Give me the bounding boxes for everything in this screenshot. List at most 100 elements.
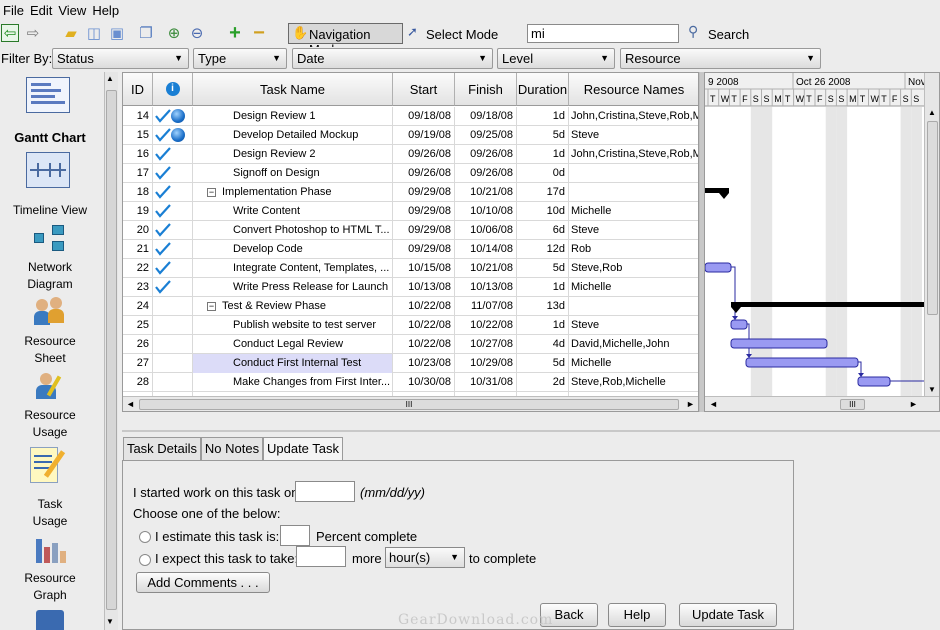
task-duration-cell[interactable]: 5d (517, 259, 569, 278)
table-row[interactable]: 17 Signoff on Design 09/26/08 09/26/08 0d (123, 164, 698, 183)
table-row[interactable]: 15 Develop Detailed Mockup 09/19/08 09/25/0… (123, 126, 698, 145)
task-resources-cell[interactable]: Rob (569, 240, 698, 259)
task-name-cell[interactable]: Conduct Legal Review (193, 335, 393, 354)
table-row[interactable]: 19 Write Content 09/29/08 10/10/08 10d Michel… (123, 202, 698, 221)
task-duration-cell[interactable]: 1d (517, 107, 569, 126)
task-start-cell[interactable]: 09/18/08 (393, 107, 455, 126)
table-row[interactable]: 26 Conduct Legal Review 10/22/08 10/27/08 4d… (123, 335, 698, 354)
task-name-cell[interactable]: Design Review 2 (193, 145, 393, 164)
task-start-cell[interactable]: 09/19/08 (393, 126, 455, 145)
task-finish-cell[interactable]: 10/10/08 (455, 202, 517, 221)
gantt-horizontal-scrollbar[interactable]: ◄ III ► (705, 396, 939, 411)
column-header-finish[interactable]: Finish (455, 73, 517, 106)
task-duration-cell[interactable]: 17d (517, 183, 569, 202)
task-name-cell[interactable]: Design Review 1 (193, 107, 393, 126)
task-duration-cell[interactable]: 5d (517, 126, 569, 145)
task-start-cell[interactable]: 09/29/08 (393, 183, 455, 202)
sidebar-item-resource-sheet[interactable]: Resource Sheet (0, 333, 100, 367)
task-duration-cell[interactable]: 12d (517, 240, 569, 259)
percent-complete-field[interactable] (280, 525, 310, 546)
task-start-cell[interactable]: 09/26/08 (393, 145, 455, 164)
search-input[interactable]: mi (527, 24, 679, 43)
task-start-cell[interactable]: 09/29/08 (393, 202, 455, 221)
menu-file[interactable]: File (0, 3, 27, 18)
save-icon[interactable]: ◫ (85, 24, 103, 42)
task-start-cell[interactable]: 10/15/08 (393, 259, 455, 278)
task-id-cell[interactable]: 19 (123, 202, 153, 221)
task-resources-cell[interactable] (569, 297, 698, 316)
task-id-cell[interactable]: 24 (123, 297, 153, 316)
task-finish-cell[interactable]: 10/06/08 (455, 221, 517, 240)
level-filter-combo[interactable]: Level ▼ (497, 48, 615, 69)
sidebar-item-network-diagram[interactable]: Network Diagram (0, 259, 100, 293)
network-diagram-icon[interactable] (34, 225, 66, 255)
task-resources-cell[interactable]: David,Michelle,John (569, 335, 698, 354)
task-name-cell[interactable]: Convert Photoshop to HTML T... (193, 221, 393, 240)
task-start-cell[interactable]: 10/23/08 (393, 354, 455, 373)
task-usage-icon[interactable] (28, 445, 68, 489)
task-name-cell[interactable]: − Implementation Phase (193, 183, 393, 202)
update-task-button[interactable]: Update Task (679, 603, 777, 627)
task-finish-cell[interactable]: 10/31/08 (455, 373, 517, 392)
task-finish-cell[interactable]: 09/26/08 (455, 145, 517, 164)
task-finish-cell[interactable]: 11/07/08 (455, 297, 517, 316)
scroll-left-icon[interactable]: ◄ (709, 399, 718, 409)
column-header-info[interactable]: i (153, 73, 193, 106)
zoom-in-icon[interactable]: ⊕ (165, 24, 183, 42)
open-folder-icon[interactable]: ▰ (62, 24, 80, 42)
task-finish-cell[interactable]: 10/21/08 (455, 183, 517, 202)
task-id-cell[interactable]: 18 (123, 183, 153, 202)
sidebar-scroll-thumb[interactable] (106, 90, 117, 610)
task-id-cell[interactable]: 14 (123, 107, 153, 126)
date-filter-combo[interactable]: Date ▼ (292, 48, 493, 69)
task-finish-cell[interactable]: 10/29/08 (455, 354, 517, 373)
table-row[interactable]: 16 Design Review 2 09/26/08 09/26/08 1d John,… (123, 145, 698, 164)
menu-edit[interactable]: Edit (27, 3, 55, 18)
tab-update-task[interactable]: Update Task (263, 437, 343, 462)
select-mode-button[interactable]: ➚ Select Mode (407, 23, 499, 44)
task-start-cell[interactable]: 10/30/08 (393, 373, 455, 392)
task-resources-cell[interactable]: Steve (569, 126, 698, 145)
calendar-icon[interactable] (36, 610, 64, 630)
zoom-out-icon[interactable]: ⊖ (188, 24, 206, 42)
estimate-percent-radio[interactable] (139, 531, 151, 543)
start-date-field[interactable] (295, 481, 355, 502)
column-header-resource-names[interactable]: Resource Names (569, 73, 698, 106)
help-button[interactable]: Help (608, 603, 666, 627)
status-filter-combo[interactable]: Status ▼ (52, 48, 189, 69)
task-duration-cell[interactable]: 10d (517, 202, 569, 221)
task-start-cell[interactable]: 09/29/08 (393, 221, 455, 240)
task-duration-cell[interactable]: 5d (517, 354, 569, 373)
task-finish-cell[interactable]: 10/22/08 (455, 316, 517, 335)
copy-icon[interactable]: ❐ (137, 24, 155, 42)
task-name-cell[interactable]: Develop Detailed Mockup (193, 126, 393, 145)
back-arrow-icon[interactable]: ⇦ (1, 24, 19, 42)
sidebar-item-timeline-view[interactable]: Timeline View (0, 202, 100, 219)
table-row[interactable]: 20 Convert Photoshop to HTML T... 09/29/08… (123, 221, 698, 240)
tab-task-details[interactable]: Task Details (123, 437, 201, 461)
task-start-cell[interactable]: 10/22/08 (393, 335, 455, 354)
column-header-id[interactable]: ID (123, 73, 153, 106)
scroll-up-icon[interactable]: ▲ (106, 74, 114, 83)
task-finish-cell[interactable]: 10/14/08 (455, 240, 517, 259)
gantt-vertical-scrollbar[interactable]: ▲ ▼ (924, 73, 939, 396)
task-id-cell[interactable]: 23 (123, 278, 153, 297)
task-duration-cell[interactable]: 6d (517, 221, 569, 240)
table-row[interactable]: 23 Write Press Release for Launch 10/13/08… (123, 278, 698, 297)
duration-unit-select[interactable]: hour(s) ▼ (385, 547, 465, 568)
task-resources-cell[interactable]: Michelle (569, 202, 698, 221)
menu-help[interactable]: Help (89, 3, 122, 18)
resource-filter-combo[interactable]: Resource ▼ (620, 48, 821, 69)
task-finish-cell[interactable]: 09/18/08 (455, 107, 517, 126)
gantt-vscroll-thumb[interactable] (927, 121, 938, 315)
task-name-cell[interactable]: Write Content (193, 202, 393, 221)
task-finish-cell[interactable]: 09/26/08 (455, 164, 517, 183)
table-row[interactable]: 14 Design Review 1 09/18/08 09/18/08 1d John,… (123, 107, 698, 126)
task-id-cell[interactable]: 21 (123, 240, 153, 259)
table-row[interactable]: 28 Make Changes from First Inter... 10/30/… (123, 373, 698, 392)
task-name-cell[interactable]: − Test & Review Phase (193, 297, 393, 316)
task-duration-cell[interactable]: 4d (517, 335, 569, 354)
grid-horizontal-scrollbar[interactable]: ◄ III ► (123, 396, 698, 411)
collapse-icon[interactable]: − (207, 187, 216, 197)
gantt-chart-icon[interactable] (26, 77, 70, 113)
